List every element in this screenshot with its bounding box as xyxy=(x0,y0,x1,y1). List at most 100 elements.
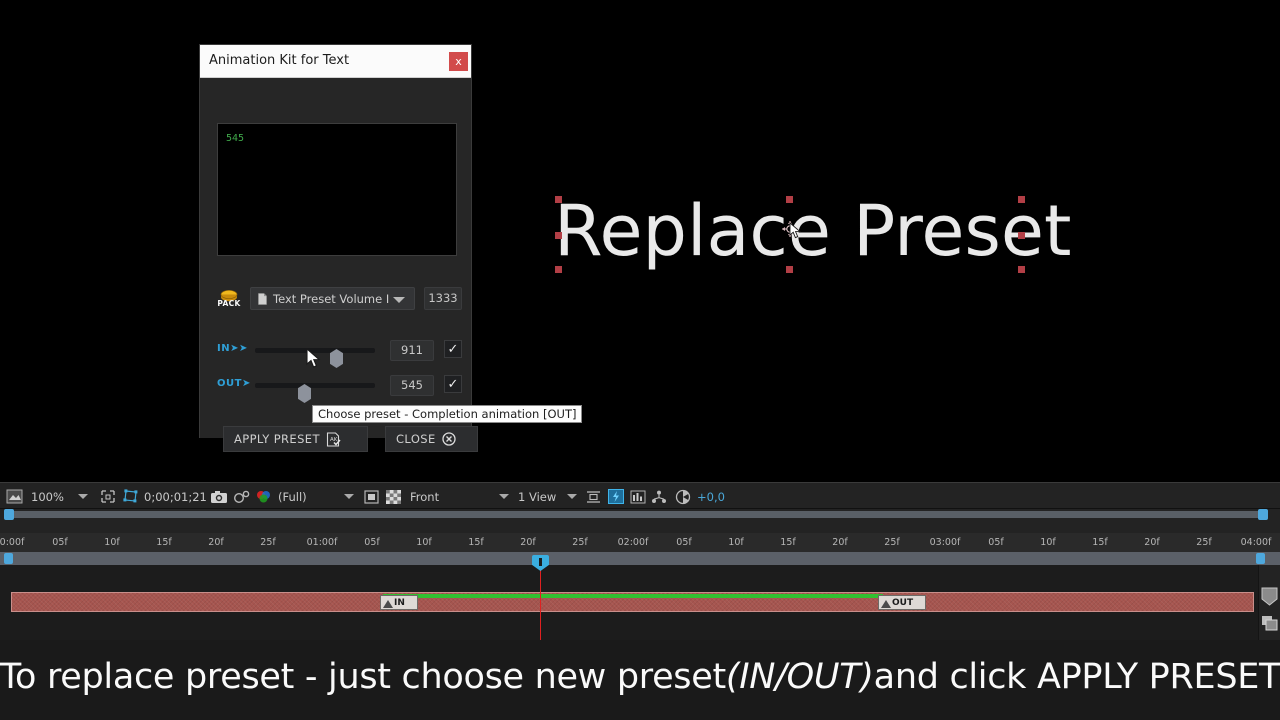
zoom-caret-icon[interactable] xyxy=(78,483,88,510)
timeline-nav-start-handle[interactable] xyxy=(4,509,14,520)
marker-triangle-icon xyxy=(383,600,393,608)
ruler-tick-label: 20f xyxy=(1144,537,1160,548)
app-root: Replace Preset Animation Kit for Text x … xyxy=(0,0,1280,720)
exposure-icon[interactable] xyxy=(675,483,691,510)
subtitle-caption: To replace preset - just choose new pres… xyxy=(0,648,1280,706)
ruler-tick-label: 20f xyxy=(832,537,848,548)
view-layout-caret-icon[interactable] xyxy=(567,483,577,510)
dialog-titlebar[interactable]: Animation Kit for Text x xyxy=(200,45,471,78)
ruler-tick-label: 20f xyxy=(208,537,224,548)
view-axis-caret-icon[interactable] xyxy=(499,483,509,510)
ruler-tick-label: 15f xyxy=(1092,537,1108,548)
svg-text:AK: AK xyxy=(330,437,338,443)
work-area-bar[interactable] xyxy=(0,552,1280,565)
in-marker[interactable]: IN xyxy=(380,595,418,610)
animation-kit-dialog[interactable]: Animation Kit for Text x 545 PACK Text P… xyxy=(199,44,583,452)
dialog-title: Animation Kit for Text xyxy=(209,53,350,68)
ruler-tick-label: 05f xyxy=(364,537,380,548)
preset-select[interactable]: Text Preset Volume I xyxy=(250,287,415,310)
current-timecode[interactable]: 0;00;01;21 xyxy=(144,483,207,510)
marker-triangle-icon xyxy=(881,600,891,608)
chevron-down-icon[interactable] xyxy=(393,297,405,303)
apply-preset-icon: AK xyxy=(326,431,341,447)
timeline-nav-bar[interactable] xyxy=(14,511,1258,518)
apply-preset-button[interactable]: APPLY PRESET AK xyxy=(223,426,368,452)
ruler-tick-label: 0:00f xyxy=(0,537,25,548)
work-area-end-handle[interactable] xyxy=(1256,553,1265,564)
out-label: OUT➤ xyxy=(217,378,251,389)
view-axis-value[interactable]: Front xyxy=(410,483,439,510)
work-area-start-handle[interactable] xyxy=(4,553,13,564)
selection-handle[interactable] xyxy=(786,196,793,203)
ruler-tick-label: 02:00f xyxy=(617,537,649,548)
out-marker-label: OUT xyxy=(892,597,914,608)
timeline-nav-end-handle[interactable] xyxy=(1258,509,1268,520)
guides-icon[interactable] xyxy=(586,483,601,510)
composition-text-layer[interactable]: Replace Preset xyxy=(554,192,1071,270)
ruler-tick-label: 20f xyxy=(520,537,536,548)
dialog-button-bar: APPLY PRESET AK CLOSE xyxy=(217,426,478,454)
tooltip: Choose preset - Completion animation [OU… xyxy=(312,405,583,423)
subtitle-part1: To replace preset - just choose new pres… xyxy=(0,657,726,697)
channel-rgb-icon[interactable] xyxy=(255,483,272,510)
exposure-value[interactable]: +0,0 xyxy=(697,483,725,510)
out-slider-track[interactable] xyxy=(255,383,375,403)
ruler-tick-label: 15f xyxy=(156,537,172,548)
resolution-value[interactable]: (Full) xyxy=(278,483,307,510)
ruler-tick-label: 01:00f xyxy=(306,537,338,548)
mask-shape-icon[interactable] xyxy=(123,483,139,510)
region-of-interest-icon[interactable] xyxy=(100,483,116,510)
in-checkbox[interactable]: ✓ xyxy=(444,340,462,358)
ruler-tick-label: 10f xyxy=(104,537,120,548)
preset-count: 1333 xyxy=(424,287,462,310)
selection-handle[interactable] xyxy=(555,232,562,239)
selection-handle[interactable] xyxy=(1018,232,1025,239)
transparency-grid-icon[interactable] xyxy=(386,483,401,510)
preset-select-value: Text Preset Volume I xyxy=(273,292,390,306)
fast-preview-icon[interactable] xyxy=(608,483,624,510)
in-value-field[interactable]: 911 xyxy=(390,340,434,361)
ruler-tick-label: 10f xyxy=(1040,537,1056,548)
keyframe-span-bar xyxy=(383,594,883,598)
resolution-caret-icon[interactable] xyxy=(344,483,354,510)
layer-switch-icon[interactable] xyxy=(1261,615,1278,631)
region-box-icon[interactable] xyxy=(364,483,379,510)
close-button[interactable]: CLOSE xyxy=(385,426,478,452)
out-marker[interactable]: OUT xyxy=(878,595,926,610)
selection-handle[interactable] xyxy=(555,196,562,203)
show-snapshot-icon[interactable] xyxy=(233,483,250,510)
ruler-tick-label: 10f xyxy=(728,537,744,548)
ruler-tick-label: 05f xyxy=(988,537,1004,548)
out-slider-knob[interactable] xyxy=(298,384,311,403)
slider-row-out: OUT➤ 545 ✓ xyxy=(217,375,462,403)
ruler-tick-label: 15f xyxy=(468,537,484,548)
selection-handle[interactable] xyxy=(555,266,562,273)
selection-handle[interactable] xyxy=(1018,266,1025,273)
viewer-toolbar: 100% 0;00;01;21 (Full) Front 1 View +0,0 xyxy=(0,482,1280,509)
ruler-tick-label: 10f xyxy=(416,537,432,548)
view-layout-value[interactable]: 1 View xyxy=(518,483,556,510)
shield-icon[interactable] xyxy=(1261,587,1278,606)
in-slider-track[interactable] xyxy=(255,348,375,368)
preset-preview-panel[interactable]: 545 xyxy=(217,123,457,256)
preview-frame-number: 545 xyxy=(226,133,245,144)
selection-handle[interactable] xyxy=(786,266,793,273)
out-value-field[interactable]: 545 xyxy=(390,375,434,396)
timeline-graph-icon[interactable] xyxy=(630,483,646,510)
zoom-level[interactable]: 100% xyxy=(31,483,64,510)
out-checkbox[interactable]: ✓ xyxy=(444,375,462,393)
preset-row: PACK Text Preset Volume I 1333 xyxy=(217,286,462,312)
subtitle-italic: (IN/OUT) xyxy=(725,657,874,697)
composition-viewer[interactable]: Replace Preset xyxy=(0,0,1280,482)
dialog-close-button[interactable]: x xyxy=(449,52,468,71)
renderer-icon[interactable] xyxy=(651,483,667,510)
selection-handle[interactable] xyxy=(1018,196,1025,203)
magnification-icon[interactable] xyxy=(6,483,23,510)
in-marker-label: IN xyxy=(394,597,405,608)
ruler-tick-label: 04:00f xyxy=(1240,537,1272,548)
in-slider-knob[interactable] xyxy=(330,349,343,368)
pack-label: PACK xyxy=(217,299,241,308)
slider-row-in: IN➤➤ 911 ✓ xyxy=(217,340,462,368)
camera-icon[interactable] xyxy=(210,483,228,510)
ruler-tick-label: 15f xyxy=(780,537,796,548)
